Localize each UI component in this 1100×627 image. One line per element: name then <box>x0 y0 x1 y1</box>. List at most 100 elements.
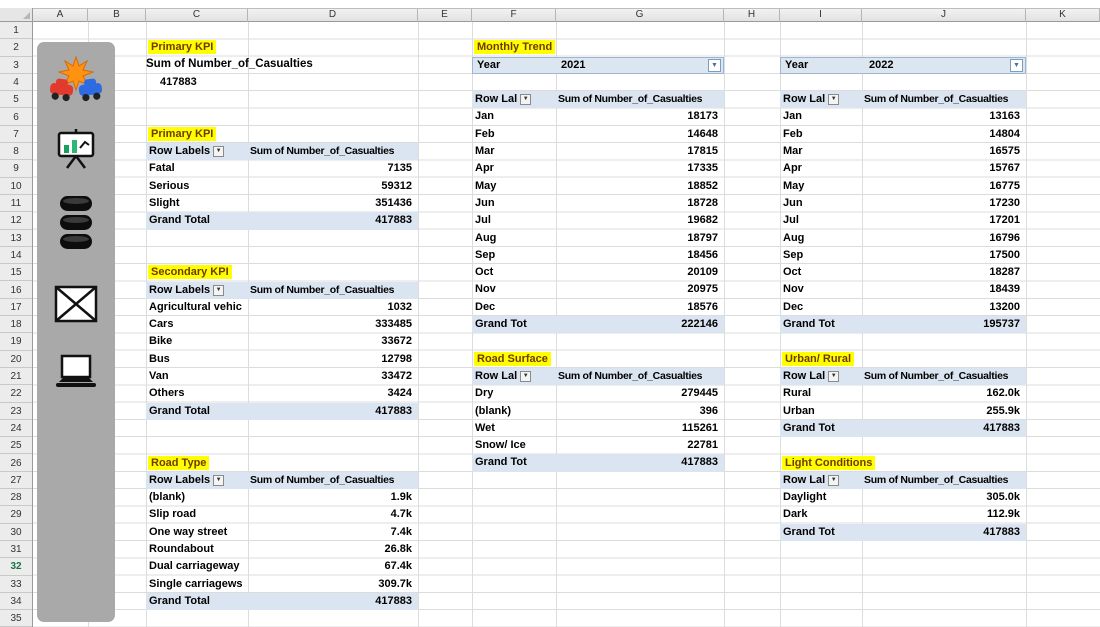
row-header-25[interactable]: 25 <box>0 437 32 455</box>
row-header-9[interactable]: 9 <box>0 160 32 178</box>
column-header-G[interactable]: G <box>556 9 724 22</box>
row-label: Agricultural vehic <box>149 300 242 313</box>
row-header-31[interactable]: 31 <box>0 541 32 559</box>
values-header: Sum of Number_of_Casualties <box>864 473 1009 486</box>
row-header-5[interactable]: 5 <box>0 91 32 109</box>
cell-value: 195737 <box>983 318 1020 331</box>
row-header-20[interactable]: 20 <box>0 351 32 368</box>
row-header-24[interactable]: 24 <box>0 420 32 438</box>
row-header-15[interactable]: 15 <box>0 264 32 282</box>
column-header-D[interactable]: D <box>248 9 418 22</box>
row-header-14[interactable]: 14 <box>0 247 32 265</box>
row-labels-dropdown-icon[interactable]: ▼ <box>213 284 225 296</box>
row-header-1[interactable]: 1 <box>0 22 32 40</box>
cell-value: 351436 <box>375 196 412 209</box>
row-header-32[interactable]: 32 <box>0 558 32 576</box>
row-header-13[interactable]: 13 <box>0 230 32 247</box>
row-header-3[interactable]: 3 <box>0 57 32 74</box>
row-label: Grand Tot <box>783 421 835 434</box>
cell-value: 19682 <box>687 214 718 227</box>
row-labels-dropdown-icon[interactable]: ▼ <box>520 94 532 106</box>
cell-value: 18456 <box>687 248 718 261</box>
cell-value: 255.9k <box>986 404 1020 417</box>
row-header-33[interactable]: 33 <box>0 576 32 593</box>
cell-value: 67.4k <box>384 560 412 573</box>
pivot-data-row: Sep 17500 <box>780 247 1026 264</box>
pivot-header-row: Row Labels ▼ Sum of Number_of_Casualties <box>146 471 418 490</box>
row-header-23[interactable]: 23 <box>0 403 32 420</box>
column-header-I[interactable]: I <box>780 9 862 22</box>
row-header-28[interactable]: 28 <box>0 489 32 507</box>
row-label: Urban <box>783 404 815 417</box>
row-header-18[interactable]: 18 <box>0 316 32 334</box>
laptop-icon[interactable] <box>53 354 99 397</box>
row-header-29[interactable]: 29 <box>0 506 32 524</box>
pivot-data-row: Slip road 4.7k <box>146 506 418 523</box>
row-header-8[interactable]: 8 <box>0 143 32 161</box>
row-label: Single carriagews <box>149 577 243 590</box>
row-header-16[interactable]: 16 <box>0 282 32 299</box>
envelope-icon[interactable] <box>53 282 99 331</box>
row-labels-dropdown-icon[interactable]: ▼ <box>213 146 225 158</box>
row-label: Snow/ Ice <box>475 439 526 452</box>
row-label: Row Lal <box>783 93 826 106</box>
cell-value: 22781 <box>687 439 718 452</box>
row-header-34[interactable]: 34 <box>0 593 32 611</box>
row-header-12[interactable]: 12 <box>0 212 32 230</box>
pivot-data-row: Dec 18576 <box>472 299 724 316</box>
cell-value: 279445 <box>681 387 718 400</box>
row-header-19[interactable]: 19 <box>0 333 32 351</box>
row-headers: 1 2 3 4 5 6 7 8 9 10 11 12 13 14 15 16 17 18 19 20 21 22 23 24 2… <box>0 22 33 627</box>
pivot-data-row: Sep 18456 <box>472 247 724 264</box>
row-labels-dropdown-icon[interactable]: ▼ <box>213 474 225 486</box>
pivot-data-row: Jul 17201 <box>780 212 1026 229</box>
row-label: Jul <box>783 214 799 227</box>
database-icon[interactable] <box>58 194 94 257</box>
column-header-B[interactable]: B <box>88 9 146 22</box>
pivot-data-row: Jan 13163 <box>780 108 1026 125</box>
cell-value: 1032 <box>387 300 412 313</box>
row-header-7[interactable]: 7 <box>0 126 32 144</box>
column-header-F[interactable]: F <box>472 9 556 22</box>
label-primary-kpi-top: Primary KPI <box>148 40 217 54</box>
pivot-data-row: Cars 333485 <box>146 316 418 333</box>
column-header-H[interactable]: H <box>724 9 780 22</box>
column-header-E[interactable]: E <box>418 9 472 22</box>
row-header-2[interactable]: 2 <box>0 39 32 57</box>
pivot-header-row: Row Lal ▼ Sum of Number_of_Casualties <box>780 471 1026 490</box>
year-filter-dropdown-icon[interactable]: ▼ <box>1010 58 1023 72</box>
presentation-chart-icon[interactable] <box>54 128 98 177</box>
column-header-A[interactable]: A <box>33 9 88 22</box>
row-label: Grand Tot <box>783 525 835 538</box>
row-labels-dropdown-icon[interactable]: ▼ <box>828 371 840 383</box>
pivot-data-row: Nov 18439 <box>780 281 1026 298</box>
cell-value: 18852 <box>687 179 718 192</box>
row-header-30[interactable]: 30 <box>0 524 32 541</box>
row-header-17[interactable]: 17 <box>0 299 32 317</box>
column-header-J[interactable]: J <box>862 9 1026 22</box>
row-header-6[interactable]: 6 <box>0 109 32 126</box>
row-label: Slip road <box>149 508 197 521</box>
cell-value: 333485 <box>375 318 412 331</box>
row-header-11[interactable]: 11 <box>0 195 32 213</box>
row-header-10[interactable]: 10 <box>0 178 32 195</box>
row-label: Oct <box>475 266 494 279</box>
row-header-26[interactable]: 26 <box>0 455 32 472</box>
row-header-22[interactable]: 22 <box>0 385 32 403</box>
row-header-4[interactable]: 4 <box>0 74 32 92</box>
row-label: Jul <box>475 214 491 227</box>
values-header: Sum of Number_of_Casualties <box>864 93 1009 106</box>
car-crash-icon[interactable] <box>49 55 103 113</box>
row-labels-dropdown-icon[interactable]: ▼ <box>520 371 532 383</box>
row-labels-dropdown-icon[interactable]: ▼ <box>828 474 840 486</box>
year-filter-dropdown-icon[interactable]: ▼ <box>708 58 721 72</box>
select-all-corner[interactable] <box>0 8 33 22</box>
row-header-35[interactable]: 35 <box>0 610 32 627</box>
row-labels-dropdown-icon[interactable]: ▼ <box>828 94 840 106</box>
cell-value: 7.4k <box>390 525 412 538</box>
row-header-27[interactable]: 27 <box>0 472 32 490</box>
cell-value: 3424 <box>387 387 412 400</box>
column-header-K[interactable]: K <box>1026 9 1100 22</box>
column-header-C[interactable]: C <box>146 9 248 22</box>
row-header-21[interactable]: 21 <box>0 368 32 386</box>
